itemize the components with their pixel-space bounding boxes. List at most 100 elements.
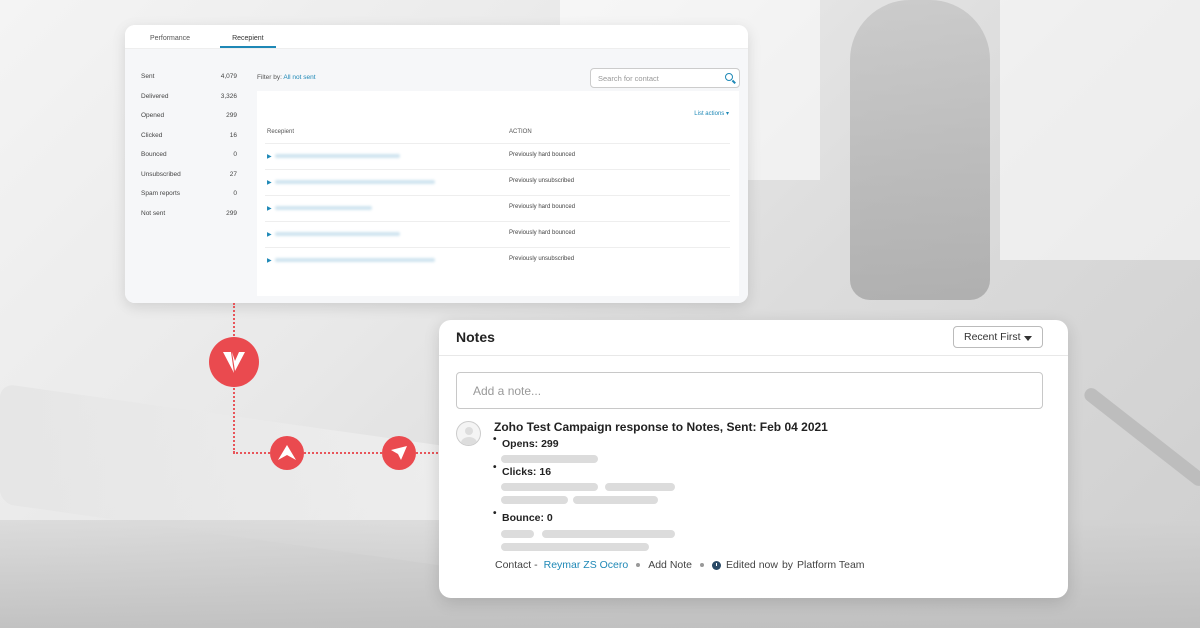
tab-recipient[interactable]: Recepient	[220, 25, 276, 48]
stat-label: Not sent	[141, 209, 166, 217]
notes-title: Notes	[456, 329, 495, 345]
note-bullet: Bounce: 0	[493, 508, 553, 524]
caret-down-icon	[1024, 336, 1032, 341]
chevron-right-icon[interactable]: ▶	[267, 179, 272, 186]
row-action: Previously hard bounced	[509, 204, 576, 210]
stats-list: Sent 4,079 Delivered 3,326 Opened 299 Click…	[141, 73, 237, 229]
column-header-recipient: Recepient	[267, 129, 295, 135]
placeholder-line	[542, 530, 675, 538]
stat-label: Bounced	[141, 151, 167, 158]
stat-value: 16	[229, 131, 237, 139]
stat-row[interactable]: Delivered 3,326	[141, 93, 237, 113]
stat-value: 27	[229, 170, 237, 178]
placeholder-line	[605, 483, 675, 491]
vtiger-logo-icon	[209, 337, 259, 387]
search-placeholder: Search for contact	[598, 74, 659, 83]
separator-dot	[700, 563, 704, 567]
stat-label: Delivered	[141, 92, 169, 100]
search-contact-input[interactable]: Search for contact	[590, 68, 740, 88]
edited-time: Edited now	[726, 559, 778, 571]
row-action: Previously hard bounced	[509, 152, 576, 158]
table-row[interactable]: ▶ Previously hard bounced	[265, 221, 730, 247]
note-bullet: Opens: 299	[493, 434, 559, 450]
chevron-right-icon[interactable]: ▶	[267, 257, 272, 264]
report-tabs: Performance Recepient	[125, 25, 748, 49]
stat-row[interactable]: Sent 4,079	[141, 73, 237, 93]
add-note-input[interactable]: Add a note...	[456, 372, 1043, 409]
stat-row[interactable]: Spam reports 0	[141, 190, 237, 210]
note-bullet-text: Opens: 299	[502, 438, 559, 450]
stat-row[interactable]: Not sent 299	[141, 210, 237, 230]
sort-order-dropdown[interactable]: Recent First	[953, 326, 1043, 348]
filter-prefix: Filter by:	[257, 74, 282, 81]
row-action: Previously unsubscribed	[509, 256, 575, 262]
send-arrow-icon	[382, 436, 416, 470]
recipient-report-card: Performance Recepient Sent 4,079 Delivere…	[125, 25, 748, 303]
tab-performance[interactable]: Performance	[150, 25, 190, 48]
placeholder-line	[501, 483, 598, 491]
table-row[interactable]: ▶ Previously unsubscribed	[265, 247, 730, 273]
stat-value: 299	[226, 112, 237, 119]
recipient-email-blurred	[275, 258, 435, 262]
column-header-action: ACTION	[509, 129, 532, 135]
row-action: Previously hard bounced	[509, 230, 576, 236]
note-heading: Zoho Test Campaign response to Notes, Se…	[494, 420, 828, 434]
add-note-link[interactable]: Add Note	[648, 559, 692, 571]
table-row[interactable]: ▶ Previously unsubscribed	[265, 169, 730, 195]
stat-label: Opened	[141, 112, 165, 119]
sort-order-label: Recent First	[964, 331, 1021, 343]
chevron-right-icon[interactable]: ▶	[267, 231, 272, 238]
divider	[439, 355, 1068, 356]
by-label: by	[781, 559, 794, 571]
chevron-right-icon[interactable]: ▶	[267, 205, 272, 212]
stat-value: 299	[226, 209, 237, 217]
note-bullet-text: Bounce: 0	[502, 512, 553, 524]
list-actions-button[interactable]: List actions ▾	[694, 110, 729, 117]
recipient-email-blurred	[275, 232, 400, 236]
stat-row[interactable]: Unsubscribed 27	[141, 171, 237, 191]
background-pen	[1081, 385, 1200, 489]
avatar	[456, 421, 481, 446]
stat-value: 4,079	[220, 73, 237, 80]
filter-value-link[interactable]: All not sent	[283, 74, 315, 81]
campaign-logo-icon	[270, 436, 304, 470]
recipient-table: List actions ▾ Recepient ACTION ▶ Previo…	[257, 91, 739, 296]
add-note-placeholder: Add a note...	[473, 384, 542, 398]
stat-label: Clicked	[141, 131, 163, 139]
chevron-right-icon[interactable]: ▶	[267, 153, 272, 160]
recipient-email-blurred	[275, 180, 435, 184]
placeholder-line	[501, 530, 534, 538]
note-bullet: Clicks: 16	[493, 462, 552, 478]
placeholder-line	[501, 496, 568, 504]
stat-label: Unsubscribed	[141, 170, 181, 178]
note-footer: Contact - Reymar ZS Ocero Add Note Edite…	[495, 559, 865, 571]
connector-line	[233, 385, 235, 453]
row-action: Previously unsubscribed	[509, 178, 575, 184]
placeholder-line	[573, 496, 658, 504]
contact-label: Contact -	[495, 559, 538, 571]
stat-row[interactable]: Opened 299	[141, 112, 237, 132]
stat-row[interactable]: Bounced 0	[141, 151, 237, 171]
stat-value: 3,326	[220, 92, 237, 100]
recipient-email-blurred	[275, 206, 372, 210]
table-row[interactable]: ▶ Previously hard bounced	[265, 143, 730, 169]
filter-label: Filter by: All not sent	[257, 74, 316, 81]
recipient-email-blurred	[275, 154, 400, 158]
stat-row[interactable]: Clicked 16	[141, 132, 237, 152]
contact-name-link[interactable]: Reymar ZS Ocero	[544, 559, 629, 571]
stat-label: Spam reports	[141, 190, 181, 197]
background-window	[1000, 0, 1200, 260]
stat-value: 0	[233, 151, 237, 158]
placeholder-line	[501, 455, 598, 463]
author-name: Platform Team	[797, 559, 865, 571]
search-icon[interactable]	[725, 73, 733, 81]
clock-icon	[712, 560, 721, 570]
notes-card: Notes Recent First Add a note... Zoho Te…	[439, 320, 1068, 598]
table-row[interactable]: ▶ Previously hard bounced	[265, 195, 730, 221]
stat-label: Sent	[141, 73, 155, 80]
placeholder-line	[501, 543, 649, 551]
stat-value: 0	[233, 190, 237, 197]
background-person	[850, 0, 990, 300]
separator-dot	[636, 563, 641, 567]
note-bullet-text: Clicks: 16	[502, 466, 552, 478]
